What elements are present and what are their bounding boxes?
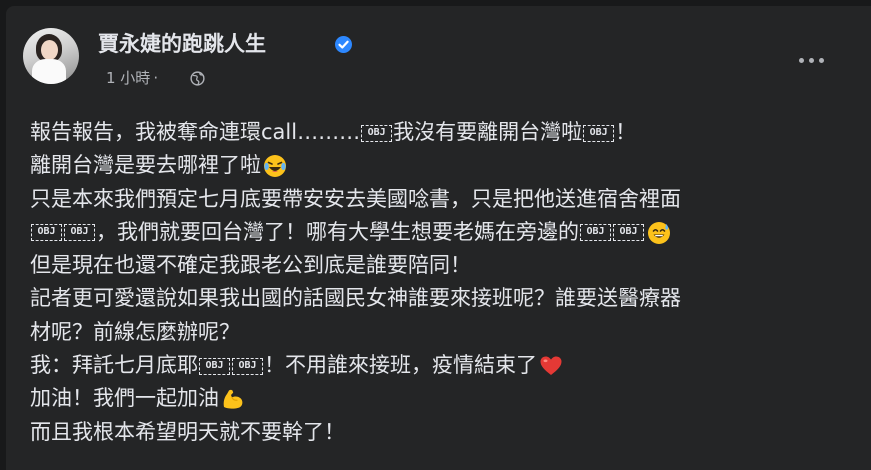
- post-line-8: 我：拜託七月底耶 OBJ OBJ ！不用誰來接班，疫情結束了: [30, 349, 852, 382]
- globe-icon[interactable]: [190, 71, 205, 86]
- text-segment: 記者更可愛還說如果我出國的話國民女神誰要來接班呢？誰要送醫療器: [30, 286, 681, 311]
- more-dot: [809, 58, 814, 63]
- text-segment: ，我們就要回台灣了！哪有大學生想要老媽在旁邊的: [96, 219, 579, 244]
- avatar-face: [41, 40, 58, 60]
- text-segment: 但是現在也還不確定我跟老公到底是誰要陪同！: [30, 253, 471, 278]
- text-segment: 報告報告，我被奪命連環call………: [30, 120, 361, 144]
- post-line-9: 加油！我們一起加油: [30, 382, 852, 415]
- post-meta: 1 小時 ·: [106, 68, 162, 88]
- post-line-4: OBJ OBJ ，我們就要回台灣了！哪有大學生想要老媽在旁邊的 OBJ OBJ: [30, 216, 852, 249]
- more-dot: [799, 58, 804, 63]
- obj-placeholder: OBJ: [64, 224, 95, 242]
- text-segment: ！: [615, 120, 637, 144]
- more-options-icon[interactable]: [794, 50, 828, 70]
- text-segment: 材呢？前線怎麼辦呢？: [30, 319, 240, 344]
- post-line-1: 報告報告，我被奪命連環call……… OBJ 我沒有要離開台灣啦 OBJ！: [30, 116, 852, 149]
- post-line-10: 而且我根本希望明天就不要幹了！: [30, 416, 852, 449]
- post-card: 賈永婕的跑跳人生 1 小時 · 報告報告，我被奪命連環call……… OBJ 我沒有要…: [6, 6, 871, 470]
- text-segment: 我：拜託七月底耶: [30, 353, 198, 378]
- page-name-link[interactable]: 賈永婕的跑跳人生: [98, 30, 266, 58]
- red-heart-emoji: [540, 356, 562, 376]
- post-line-3: 只是本來我們預定七月底要帶安安去美國唸書，只是把他送進宿舍裡面: [30, 183, 852, 216]
- obj-placeholder: OBJ: [232, 357, 263, 375]
- obj-placeholder: OBJ: [361, 124, 393, 142]
- post-header: 賈永婕的跑跳人生 1 小時 ·: [6, 6, 871, 96]
- obj-placeholder: OBJ: [583, 124, 615, 142]
- laughing-tears-emoji: [264, 155, 286, 178]
- obj-placeholder: OBJ: [199, 357, 230, 375]
- text-segment: 離開台灣是要去哪裡了啦: [30, 153, 261, 178]
- post-line-2: 離開台灣是要去哪裡了啦: [30, 149, 852, 182]
- avatar[interactable]: [23, 28, 79, 84]
- text-segment: 我沒有要離開台灣啦: [393, 120, 583, 144]
- post-body: 報告報告，我被奪命連環call……… OBJ 我沒有要離開台灣啦 OBJ！ 離開台灣是…: [30, 116, 852, 449]
- text-segment: 而且我根本希望明天就不要幹了！: [30, 419, 345, 444]
- more-dot: [819, 58, 824, 63]
- meta-separator: ·: [153, 69, 159, 87]
- post-line-5: 但是現在也還不確定我跟老公到底是誰要陪同！: [30, 249, 852, 282]
- avatar-body: [32, 59, 66, 84]
- obj-placeholder: OBJ: [613, 224, 644, 242]
- verified-badge-icon: [335, 36, 352, 53]
- obj-placeholder: OBJ: [580, 224, 611, 242]
- text-segment: 只是本來我們預定七月底要帶安安去美國唸書，只是把他送進宿舍裡面: [30, 186, 681, 211]
- text-segment: 加油！我們一起加油: [30, 386, 219, 411]
- post-line-6: 記者更可愛還說如果我出國的話國民女神誰要來接班呢？誰要送醫療器: [30, 282, 852, 315]
- post-timestamp[interactable]: 1 小時: [106, 69, 150, 87]
- sweat-smile-emoji: [648, 221, 670, 244]
- flexed-biceps-emoji: [223, 390, 243, 410]
- obj-placeholder: OBJ: [31, 224, 62, 242]
- post-line-7: 材呢？前線怎麼辦呢？: [30, 316, 852, 349]
- text-segment: ！不用誰來接班，疫情結束了: [264, 353, 537, 378]
